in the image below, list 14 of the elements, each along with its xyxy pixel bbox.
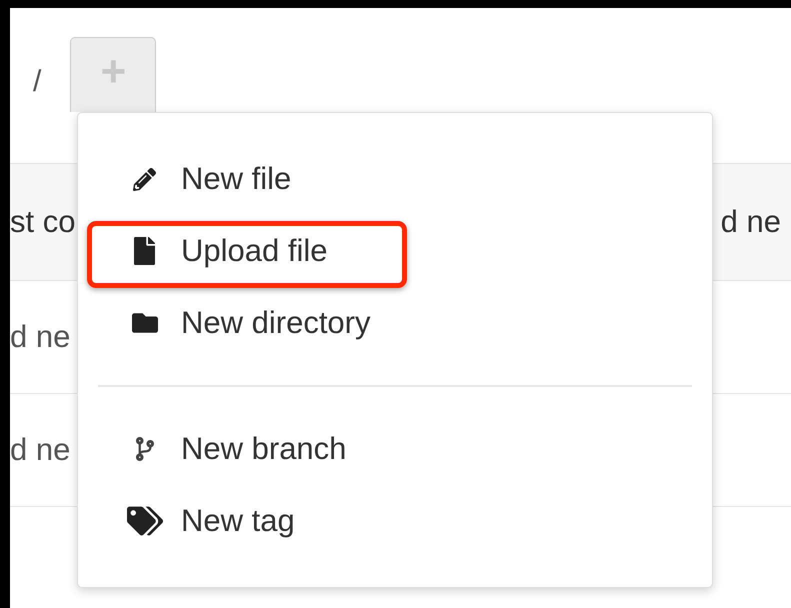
menu-item[interactable]: New branch (181, 426, 346, 472)
table-cell-text: d ne (10, 430, 72, 469)
table-cell-text: d ne (10, 318, 72, 356)
pencil-icon (133, 168, 156, 190)
branch-icon (136, 436, 154, 462)
file-icon (134, 237, 155, 265)
breadcrumb-separator: / (33, 64, 42, 100)
menu-item[interactable]: New file (181, 156, 292, 202)
table-header-cell-text: d ne (720, 202, 782, 241)
tags-icon (126, 506, 162, 536)
menu-item[interactable]: New directory (181, 300, 370, 346)
menu-item[interactable]: New tag (181, 498, 295, 544)
table-header-cell-text: st co (10, 202, 76, 241)
menu-item[interactable]: Upload file (181, 228, 328, 274)
